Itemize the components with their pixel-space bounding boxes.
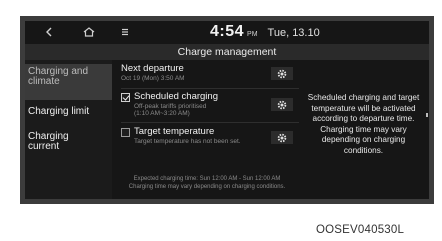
scheduled-charging-settings-button[interactable] [271, 98, 293, 111]
next-departure-settings-button[interactable] [271, 67, 293, 80]
info-text: Scheduled charging and target temperatur… [302, 93, 425, 156]
scheduled-charging-title: Scheduled charging [134, 91, 218, 102]
next-departure-detail: Oct 19 (Mon) 3:50 AM [121, 75, 185, 82]
clock-time: 4:54 [210, 23, 245, 40]
sidebar: Charging and climate Charging limit Char… [25, 60, 112, 199]
sidebar-item-label: climate [28, 76, 60, 87]
info-line: Charging time may vary [320, 124, 407, 134]
page-title: Charge management [25, 44, 429, 60]
gear-icon [277, 69, 287, 78]
top-bar: 4:54 PM Tue, 13.10 [25, 21, 429, 44]
charging-time-disclaimer: Charging time may vary depending on char… [128, 183, 286, 190]
gear-icon [277, 100, 287, 109]
info-panel: Scheduled charging and target temperatur… [302, 60, 429, 199]
chevron-left-icon [46, 27, 52, 37]
display-bezel: 4:54 PM Tue, 13.10 Charge management Cha… [20, 16, 434, 204]
home-icon [83, 27, 95, 37]
scheduled-charging-checkbox[interactable] [121, 93, 130, 102]
scheduled-charging-time-window: (1:10 AM~3:20 AM) [134, 110, 190, 117]
menu-icon [122, 28, 128, 36]
divider [121, 88, 299, 89]
sidebar-item-charging-current[interactable]: Charging current [25, 132, 112, 152]
info-line: temperature will be activated [311, 103, 416, 113]
clock-ampm: PM [247, 31, 258, 38]
back-button[interactable] [42, 25, 58, 39]
target-temperature-detail: Target temperature has not been set. [134, 138, 241, 145]
home-button[interactable] [81, 25, 97, 39]
image-code: OOSEV040530L [316, 224, 405, 236]
target-temperature-title: Target temperature [134, 126, 215, 137]
infotainment-screen: 4:54 PM Tue, 13.10 Charge management Cha… [25, 21, 429, 199]
info-line: according to departure time. [312, 114, 415, 123]
menu-button[interactable] [118, 25, 134, 39]
gear-icon [277, 133, 287, 142]
info-line: conditions. [343, 145, 384, 155]
expected-charging-time: Expected charging time: Sun 12:00 AM - S… [133, 176, 281, 182]
target-temperature-checkbox[interactable] [121, 128, 130, 137]
next-departure-title: Next departure [121, 63, 184, 74]
divider [121, 122, 299, 123]
charge-settings-panel: Next departure Oct 19 (Mon) 3:50 AM Sche… [112, 60, 302, 199]
scroll-indicator [426, 113, 428, 117]
info-line: depending on charging [321, 135, 406, 144]
sidebar-item-label: current [28, 141, 60, 152]
status-clock: 4:54 PM Tue, 13.10 [210, 23, 320, 41]
sidebar-item-charging-limit[interactable]: Charging limit [25, 107, 112, 117]
info-line: Scheduled charging and target [307, 93, 420, 102]
clock-date: Tue, 13.10 [267, 27, 320, 39]
sidebar-item-charging-and-climate[interactable]: Charging and climate [25, 64, 112, 100]
sidebar-item-label: Charging limit [28, 106, 90, 117]
target-temperature-settings-button[interactable] [271, 131, 293, 144]
charging-time-note: Expected charging time: Sun 12:00 AM - S… [112, 176, 302, 191]
